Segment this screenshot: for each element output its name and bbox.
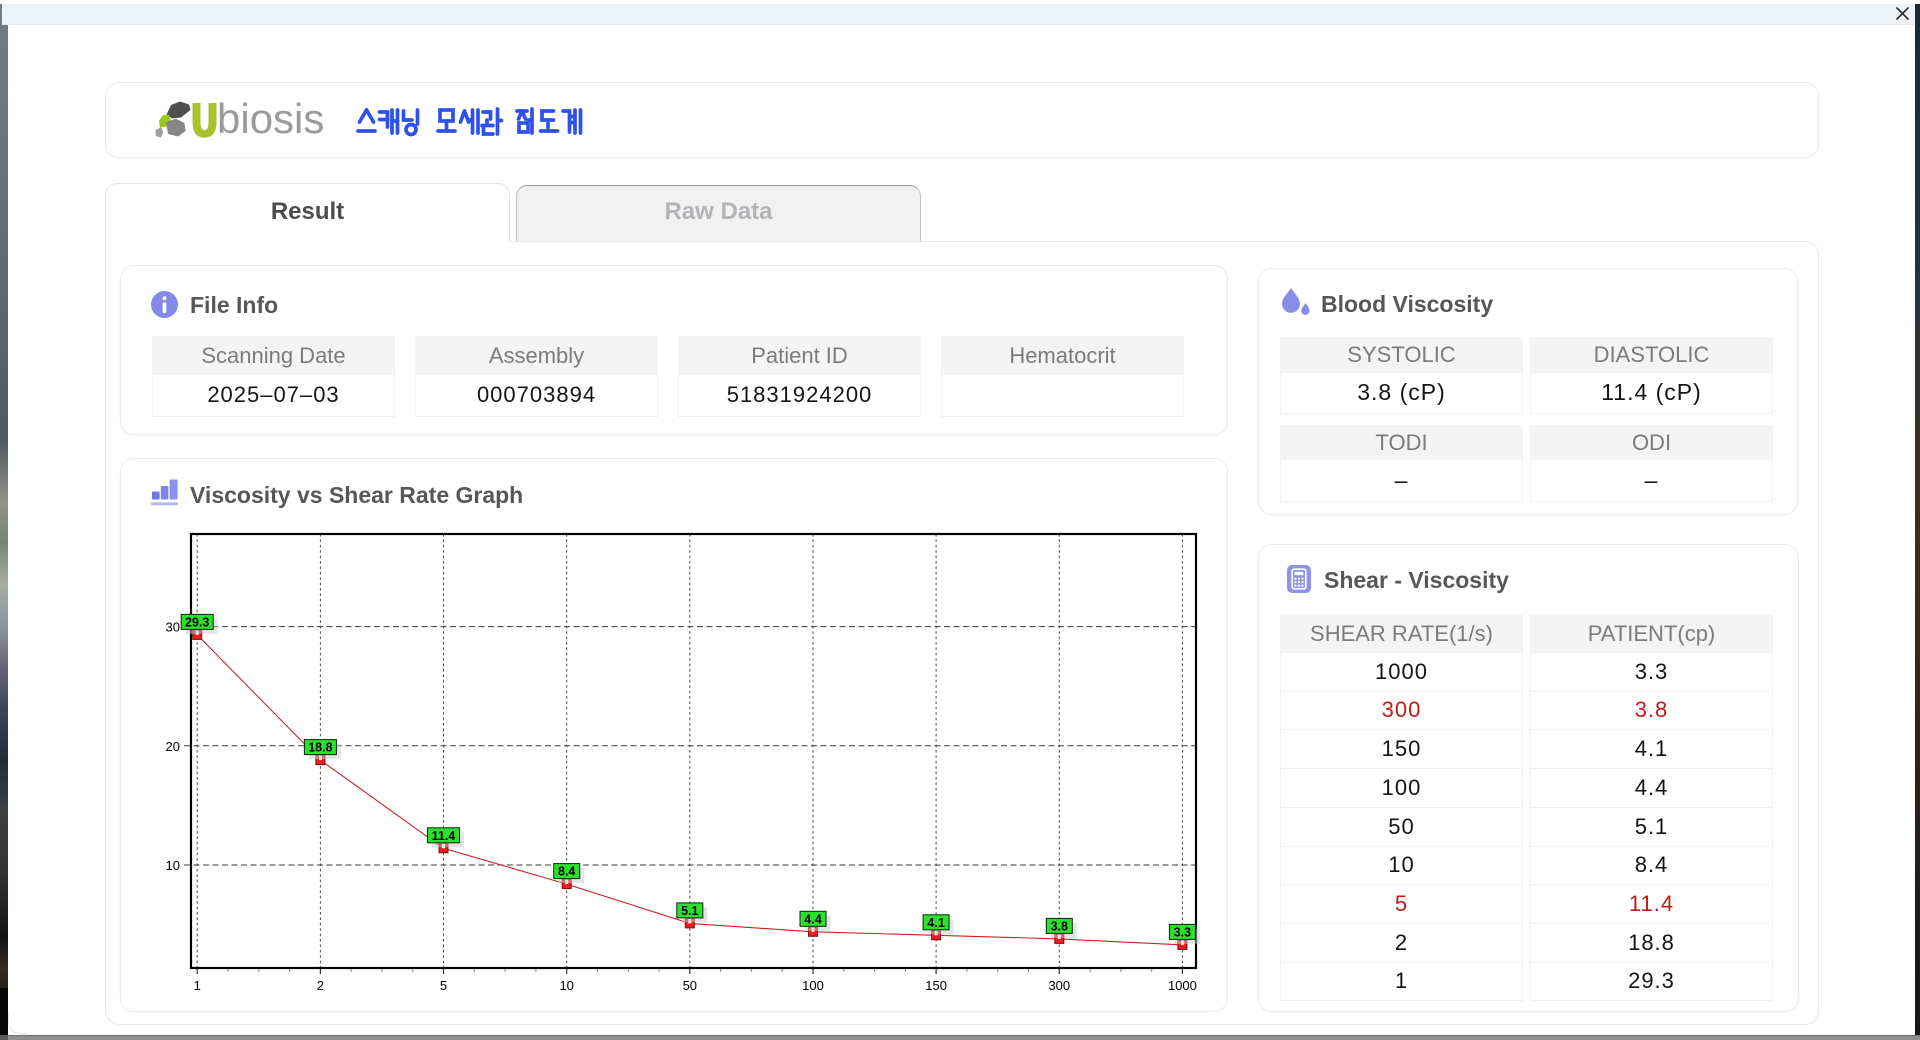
svg-text:18.8: 18.8: [308, 741, 332, 755]
svg-text:50: 50: [683, 978, 697, 993]
svg-text:3.8: 3.8: [1051, 919, 1068, 933]
svg-text:100: 100: [802, 978, 824, 993]
svg-text:Viscosity vs Shear Rate Graph: Viscosity vs Shear Rate Graph: [190, 482, 523, 508]
svg-text:4.4: 4.4: [804, 912, 821, 926]
svg-text:29.3: 29.3: [185, 615, 209, 629]
svg-text:10: 10: [559, 978, 573, 993]
svg-text:150: 150: [925, 978, 947, 993]
svg-text:1: 1: [194, 978, 201, 993]
svg-text:10: 10: [166, 858, 180, 873]
svg-text:300: 300: [1048, 978, 1070, 993]
svg-text:1000: 1000: [1168, 978, 1197, 993]
svg-text:3.3: 3.3: [1174, 925, 1191, 939]
svg-text:20: 20: [166, 739, 180, 754]
svg-text:2: 2: [317, 978, 324, 993]
svg-text:5.1: 5.1: [681, 904, 698, 918]
svg-text:5: 5: [440, 978, 447, 993]
svg-text:4.1: 4.1: [927, 916, 944, 930]
svg-text:11.4: 11.4: [432, 829, 456, 843]
svg-text:30: 30: [166, 620, 180, 635]
svg-text:8.4: 8.4: [558, 865, 575, 879]
